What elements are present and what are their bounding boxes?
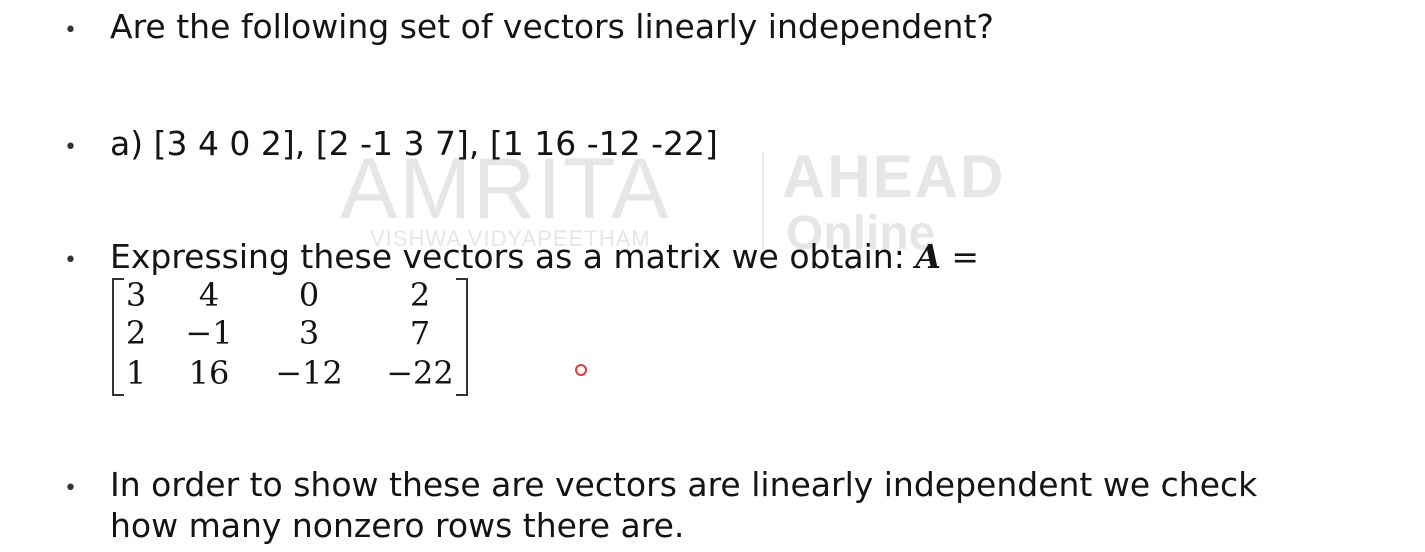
matrix-symbol: A <box>915 237 941 276</box>
bullet-dot-1: • <box>64 18 77 43</box>
matrix-a: 3 4 0 2 2 −1 3 7 1 16 −12 −22 <box>112 276 468 396</box>
equals-sign: = <box>940 237 980 276</box>
matrix-intro-text: Expressing these vectors as a matrix we … <box>110 237 916 276</box>
bullet-vectors: a) [3 4 0 2], [2 -1 3 7], [1 16 -12 -22] <box>110 124 718 163</box>
matrix-cell: −12 <box>275 354 343 392</box>
matrix-cell: 4 <box>198 276 220 314</box>
matrix-cell: 1 <box>125 354 147 392</box>
bullet-conclusion-line1: In order to show these are vectors are l… <box>110 465 1258 504</box>
bullet-question: Are the following set of vectors linearl… <box>110 7 994 46</box>
matrix-cell: 3 <box>125 276 147 314</box>
bullet-dot-2: • <box>64 135 77 160</box>
matrix-cell: 0 <box>298 276 320 314</box>
matrix-cell: 3 <box>298 314 320 352</box>
bullet-conclusion-line2: how many nonzero rows there are. <box>110 506 685 545</box>
laser-pointer-dot <box>575 364 587 376</box>
bullet-dot-3: • <box>64 248 77 273</box>
matrix-cell: −1 <box>185 314 233 352</box>
matrix-cell: 7 <box>409 314 431 352</box>
matrix-cell: 2 <box>125 314 147 352</box>
bullet-dot-4: • <box>64 476 77 501</box>
matrix-cell: 16 <box>188 354 230 392</box>
watermark-brand: AHEAD <box>782 143 1006 210</box>
matrix-cell: 2 <box>409 276 431 314</box>
bullet-matrix-intro: Expressing these vectors as a matrix we … <box>110 236 979 278</box>
matrix-cell: −22 <box>386 354 454 392</box>
